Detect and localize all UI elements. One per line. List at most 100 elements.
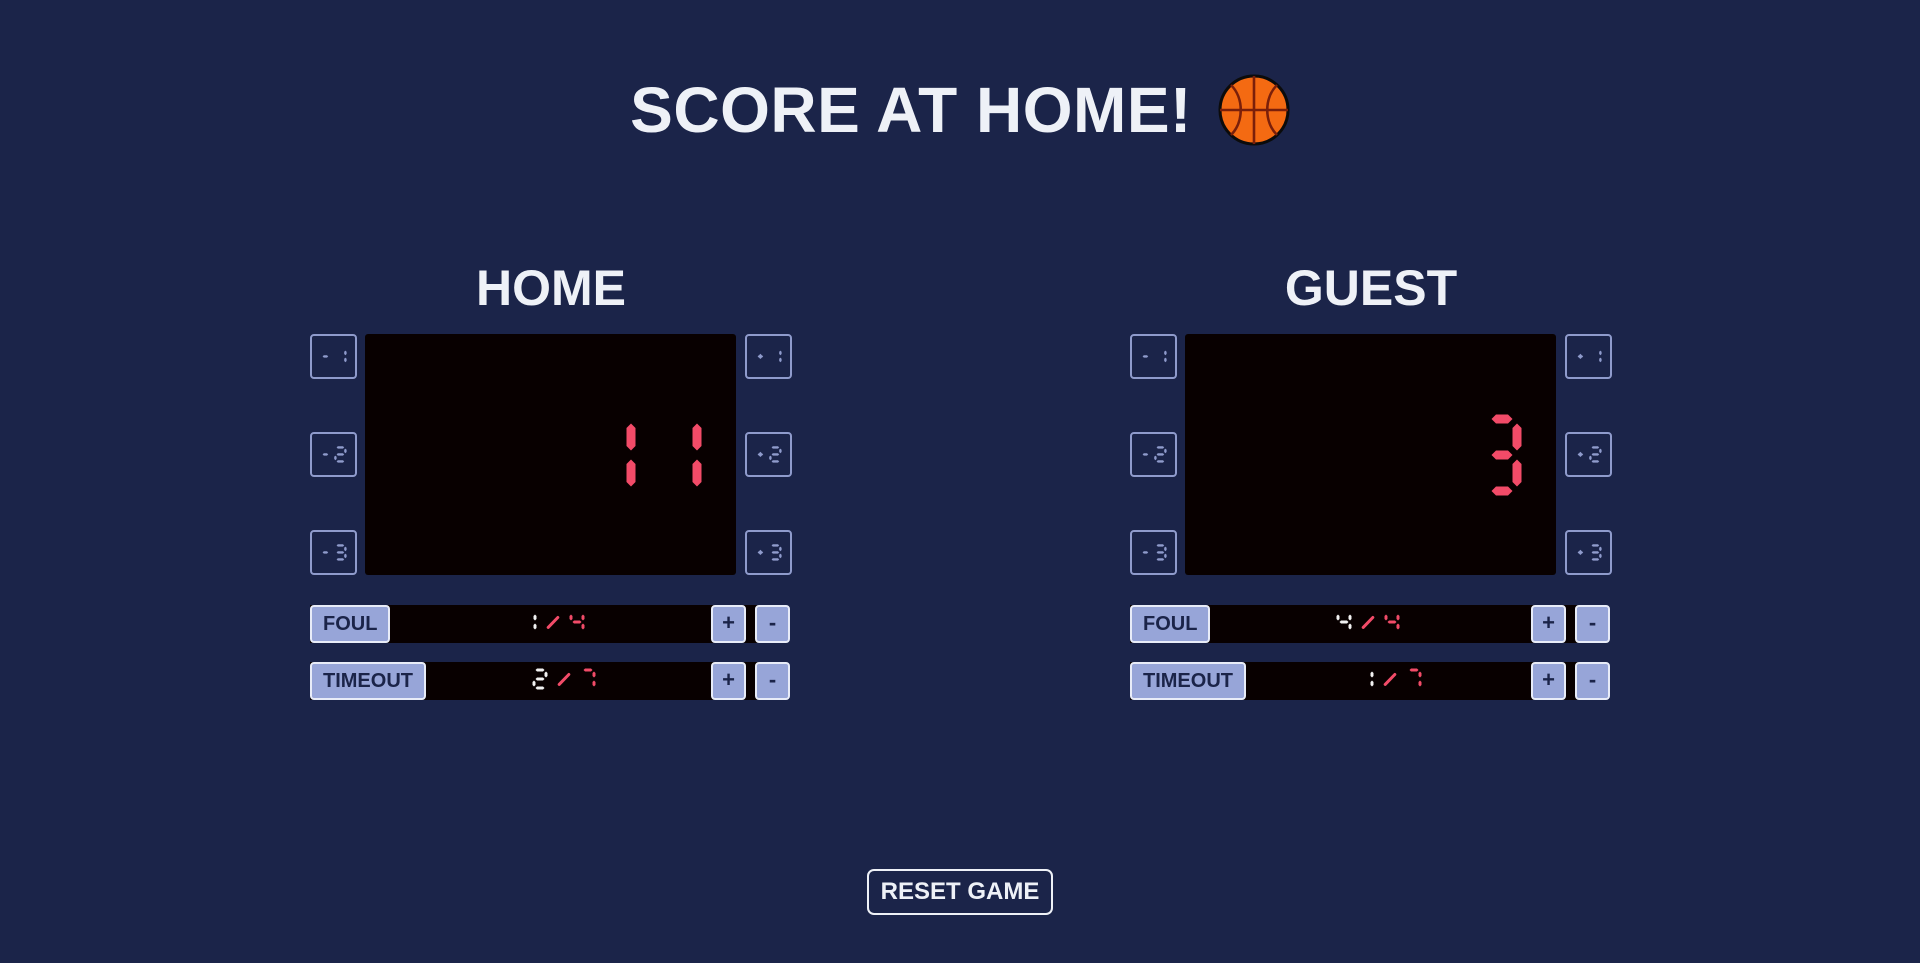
guest-foul-current: [1335, 610, 1353, 639]
guest-plus-3-button[interactable]: [1565, 530, 1612, 575]
led-glyph-1: [771, 544, 782, 561]
home-team-name: HOME: [476, 260, 626, 316]
led-glyph-0: [546, 615, 560, 629]
led-glyph-0: [532, 668, 548, 689]
home-foul-minus-button[interactable]: -: [755, 605, 790, 643]
guest-foul-row: FOUL + -: [1130, 605, 1612, 643]
guest-plus-1-button[interactable]: [1565, 334, 1612, 379]
led-glyph-0: [1142, 453, 1149, 456]
guest-plus-buttons: [1565, 334, 1612, 575]
guest-timeout-separator: [1381, 667, 1399, 696]
home-plus-2-button[interactable]: [745, 432, 792, 477]
basketball-icon: [1218, 74, 1290, 146]
home-foul-separator: [544, 610, 562, 639]
led-glyph-0: [1384, 614, 1400, 629]
led-glyph-0: [322, 453, 329, 456]
led-glyph-0: [1370, 671, 1374, 686]
home-timeout-separator: [555, 667, 573, 696]
home-foul-row: FOUL + -: [310, 605, 792, 643]
home-score-display: [365, 334, 736, 575]
home-foul-label[interactable]: FOUL: [310, 605, 391, 643]
guest-minus-3-button[interactable]: [1130, 530, 1177, 575]
home-panel: HOME FOUL + - TIMEOUT + -: [310, 258, 792, 700]
home-timeout-current: [531, 667, 549, 696]
led-glyph-1: [692, 423, 702, 486]
led-glyph-1: [769, 446, 782, 463]
guest-foul-value: [1335, 605, 1401, 643]
guest-timeout-max: [1405, 667, 1423, 696]
guest-timeout-plus-button[interactable]: +: [1531, 662, 1566, 700]
guest-panel: GUEST FOUL + - TIMEOUT + -: [1130, 258, 1612, 700]
guest-foul-label[interactable]: FOUL: [1130, 605, 1211, 643]
guest-minus-1-button[interactable]: [1130, 334, 1177, 379]
guest-minus-buttons: [1130, 334, 1177, 575]
led-glyph-0: [533, 614, 537, 629]
led-glyph-0: [757, 353, 764, 360]
guest-timeout-current: [1357, 667, 1375, 696]
guest-timeout-minus-button[interactable]: -: [1575, 662, 1610, 700]
led-glyph-0: [757, 549, 764, 556]
home-foul-plus-button[interactable]: +: [711, 605, 746, 643]
home-score-area: [310, 334, 792, 575]
led-glyph-0: [1336, 614, 1352, 629]
guest-timeout-row: TIMEOUT + -: [1130, 662, 1612, 700]
led-glyph-0: [569, 614, 585, 629]
home-plus-1-button[interactable]: [745, 334, 792, 379]
led-glyph-1: [1154, 446, 1167, 463]
led-glyph-0: [757, 451, 764, 458]
guest-minus-2-button[interactable]: [1130, 432, 1177, 477]
led-glyph-0: [557, 672, 571, 686]
guest-foul-plus-button[interactable]: +: [1531, 605, 1566, 643]
home-minus-3-button[interactable]: [310, 530, 357, 575]
guest-foul-max: [1383, 610, 1401, 639]
guest-foul-minus-button[interactable]: -: [1575, 605, 1610, 643]
led-glyph-0: [626, 423, 636, 486]
led-glyph-1: [779, 350, 782, 363]
reset-game-button[interactable]: RESET GAME: [867, 869, 1053, 915]
home-minus-2-button[interactable]: [310, 432, 357, 477]
led-glyph-0: [1142, 355, 1149, 358]
home-foul-max: [568, 610, 586, 639]
home-foul-value: [520, 605, 586, 643]
led-glyph-1: [1599, 350, 1602, 363]
led-glyph-0: [1142, 551, 1149, 554]
led-glyph-0: [1361, 615, 1375, 629]
led-glyph-0: [1491, 414, 1522, 495]
home-plus-3-button[interactable]: [745, 530, 792, 575]
guest-plus-2-button[interactable]: [1565, 432, 1612, 477]
guest-timeout-value: [1357, 662, 1423, 700]
home-minus-1-button[interactable]: [310, 334, 357, 379]
led-glyph-1: [334, 446, 347, 463]
led-glyph-1: [336, 544, 347, 561]
home-timeout-minus-button[interactable]: -: [755, 662, 790, 700]
led-glyph-0: [1577, 353, 1584, 360]
home-timeout-label[interactable]: TIMEOUT: [310, 662, 426, 700]
led-glyph-0: [322, 551, 329, 554]
led-glyph-0: [1383, 672, 1397, 686]
led-glyph-1: [1164, 350, 1167, 363]
led-glyph-1: [1156, 544, 1167, 561]
guest-score-display: [1185, 334, 1556, 575]
led-glyph-1: [1591, 544, 1602, 561]
led-glyph-0: [1409, 668, 1422, 686]
page-header: SCORE AT HOME!: [0, 73, 1920, 147]
led-glyph-0: [1577, 549, 1584, 556]
guest-foul-separator: [1359, 610, 1377, 639]
led-glyph-0: [322, 355, 329, 358]
home-timeout-row: TIMEOUT + -: [310, 662, 792, 700]
home-score-value: [592, 334, 706, 575]
home-timeout-plus-button[interactable]: +: [711, 662, 746, 700]
led-glyph-1: [1589, 446, 1602, 463]
led-glyph-1: [344, 350, 347, 363]
guest-score-area: [1130, 334, 1612, 575]
home-minus-buttons: [310, 334, 357, 575]
led-glyph-0: [1577, 451, 1584, 458]
guest-score-value: [1478, 334, 1526, 575]
home-plus-buttons: [745, 334, 792, 575]
led-glyph-0: [583, 668, 596, 686]
guest-timeout-label[interactable]: TIMEOUT: [1130, 662, 1246, 700]
guest-team-name: GUEST: [1284, 260, 1458, 316]
home-foul-current: [520, 610, 538, 639]
home-timeout-max: [579, 667, 597, 696]
home-timeout-value: [531, 662, 597, 700]
